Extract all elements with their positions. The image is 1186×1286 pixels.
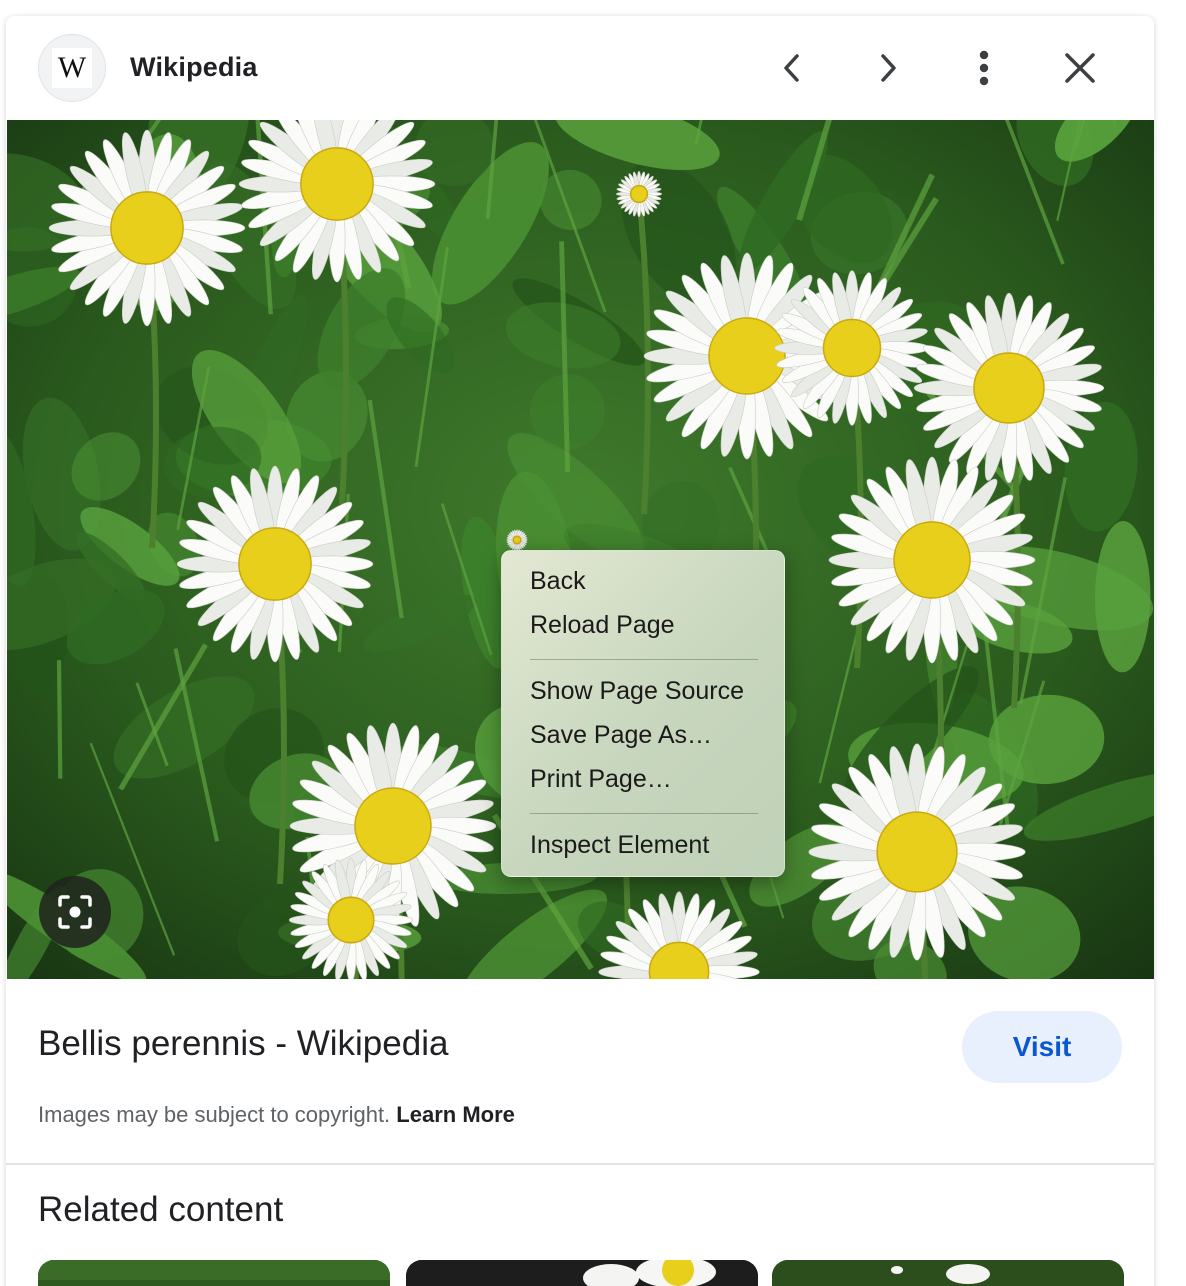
back-arrow-icon xyxy=(784,54,799,82)
more-options-button[interactable] xyxy=(960,44,1008,92)
close-icon xyxy=(1065,53,1095,83)
context-menu-divider xyxy=(530,659,758,660)
context-menu-back[interactable]: Back xyxy=(530,567,586,596)
grass-blade xyxy=(56,660,63,779)
context-menu-reload-page[interactable]: Reload Page xyxy=(530,611,675,640)
learn-more-link[interactable]: Learn More xyxy=(396,1102,515,1127)
context-menu-divider xyxy=(530,813,758,814)
related-thumb-3[interactable] xyxy=(772,1260,1124,1286)
site-name[interactable]: Wikipedia xyxy=(130,52,258,83)
related-thumb-image xyxy=(38,1260,390,1286)
close-button[interactable] xyxy=(1056,44,1104,92)
preview-image[interactable]: Back Reload Page Show Page Source Save P… xyxy=(7,120,1154,979)
image-preview-panel: W Wikipedia Back Reload Page Show Page S… xyxy=(6,16,1154,1286)
related-thumb-image xyxy=(406,1260,758,1286)
related-thumb-image xyxy=(772,1260,1124,1286)
wikipedia-logo[interactable]: W xyxy=(38,34,106,102)
copyright-notice: Images may be subject to copyright. Lear… xyxy=(38,1102,515,1128)
context-menu-save-page-as[interactable]: Save Page As… xyxy=(530,721,712,750)
previous-button[interactable] xyxy=(768,44,816,92)
context-menu: Back Reload Page Show Page Source Save P… xyxy=(501,550,785,877)
next-button[interactable] xyxy=(864,44,912,92)
context-menu-print-page[interactable]: Print Page… xyxy=(530,765,672,794)
google-lens-icon xyxy=(58,895,92,929)
context-menu-show-page-source[interactable]: Show Page Source xyxy=(530,677,744,706)
visit-button[interactable]: Visit xyxy=(962,1011,1122,1083)
section-divider xyxy=(6,1163,1154,1165)
related-thumb-1[interactable] xyxy=(38,1260,390,1286)
forward-arrow-icon xyxy=(881,54,896,82)
more-vert-icon xyxy=(979,50,989,86)
related-thumb-2[interactable] xyxy=(406,1260,758,1286)
related-content-heading: Related content xyxy=(38,1190,284,1229)
google-lens-button[interactable] xyxy=(39,876,111,948)
panel-header: W Wikipedia xyxy=(6,16,1154,120)
copyright-text: Images may be subject to copyright. xyxy=(38,1102,391,1127)
context-menu-inspect-element[interactable]: Inspect Element xyxy=(530,831,709,860)
result-title[interactable]: Bellis perennis - Wikipedia xyxy=(38,1024,448,1064)
wikipedia-w-logo-icon: W xyxy=(52,48,92,88)
